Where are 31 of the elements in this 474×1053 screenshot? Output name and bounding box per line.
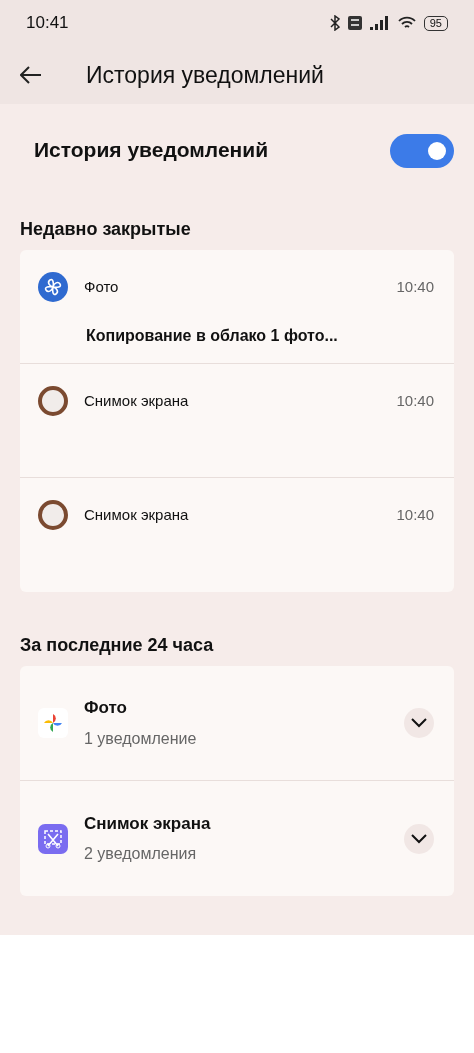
app-name: Снимок экрана	[84, 812, 212, 835]
notification-text: Копирование в облако 1 фото...	[86, 326, 339, 346]
battery-indicator: 95	[423, 15, 448, 31]
wifi-icon	[397, 16, 416, 30]
app-name: Фото	[84, 276, 120, 297]
chevron-icon	[411, 718, 427, 728]
notification-count: 1 уведомление	[84, 728, 198, 749]
bluetooth-icon	[329, 15, 340, 31]
section-heading: За последние 24 часа	[19, 634, 215, 657]
app-name: Снимок экрана	[84, 504, 190, 525]
setting-label: История уведомлений	[34, 137, 269, 163]
pinwheel-icon	[38, 272, 68, 302]
app-name: Снимок экрана	[84, 390, 190, 411]
notification-time: 10:40	[396, 504, 434, 525]
scissors-icon	[38, 823, 68, 854]
section-heading: Недавно закрытые	[19, 218, 192, 241]
chevron-icon	[411, 833, 427, 844]
app-icon	[38, 500, 68, 530]
app-name: Фото	[84, 697, 128, 720]
notification-time: 10:40	[396, 390, 434, 411]
app-icon	[38, 386, 68, 416]
back-icon[interactable]	[20, 66, 42, 84]
expand-button[interactable]	[404, 708, 434, 738]
notification-count: 2 уведомления	[84, 844, 198, 865]
notification-time: 10:40	[396, 276, 434, 297]
expand-button[interactable]	[404, 823, 434, 854]
signal-icon	[369, 16, 390, 30]
status-time: 10:41	[26, 12, 69, 35]
page-title: История уведомлений	[86, 60, 324, 90]
toggle-switch[interactable]	[390, 134, 454, 168]
pinwheel-icon	[38, 708, 68, 738]
